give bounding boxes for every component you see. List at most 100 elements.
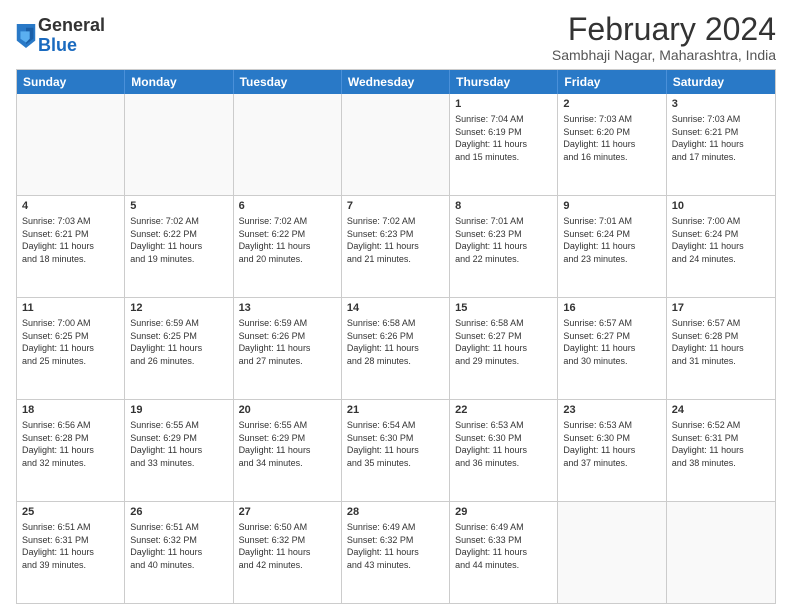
day-number: 22 xyxy=(455,403,552,418)
day-number: 26 xyxy=(130,505,227,520)
day-info: Sunrise: 6:49 AMSunset: 6:32 PMDaylight:… xyxy=(347,521,444,571)
calendar-cell xyxy=(342,94,450,195)
day-number: 14 xyxy=(347,301,444,316)
day-info: Sunrise: 6:55 AMSunset: 6:29 PMDaylight:… xyxy=(239,419,336,469)
calendar-cell: 5Sunrise: 7:02 AMSunset: 6:22 PMDaylight… xyxy=(125,196,233,297)
calendar-cell: 18Sunrise: 6:56 AMSunset: 6:28 PMDayligh… xyxy=(17,400,125,501)
calendar-header-friday: Friday xyxy=(558,70,666,94)
logo-blue-text: Blue xyxy=(38,35,77,55)
calendar-header-row: SundayMondayTuesdayWednesdayThursdayFrid… xyxy=(17,70,775,94)
day-info: Sunrise: 6:57 AMSunset: 6:27 PMDaylight:… xyxy=(563,317,660,367)
calendar-cell: 7Sunrise: 7:02 AMSunset: 6:23 PMDaylight… xyxy=(342,196,450,297)
calendar-cell: 15Sunrise: 6:58 AMSunset: 6:27 PMDayligh… xyxy=(450,298,558,399)
calendar-week-2: 4Sunrise: 7:03 AMSunset: 6:21 PMDaylight… xyxy=(17,195,775,297)
day-number: 19 xyxy=(130,403,227,418)
day-info: Sunrise: 6:58 AMSunset: 6:26 PMDaylight:… xyxy=(347,317,444,367)
day-number: 12 xyxy=(130,301,227,316)
day-number: 18 xyxy=(22,403,119,418)
day-number: 17 xyxy=(672,301,770,316)
calendar-week-1: 1Sunrise: 7:04 AMSunset: 6:19 PMDaylight… xyxy=(17,94,775,195)
calendar-header-monday: Monday xyxy=(125,70,233,94)
day-info: Sunrise: 6:49 AMSunset: 6:33 PMDaylight:… xyxy=(455,521,552,571)
day-number: 23 xyxy=(563,403,660,418)
calendar-cell xyxy=(125,94,233,195)
calendar-cell: 13Sunrise: 6:59 AMSunset: 6:26 PMDayligh… xyxy=(234,298,342,399)
calendar-cell: 11Sunrise: 7:00 AMSunset: 6:25 PMDayligh… xyxy=(17,298,125,399)
calendar-title: February 2024 xyxy=(552,12,776,47)
day-number: 1 xyxy=(455,97,552,112)
calendar-cell: 17Sunrise: 6:57 AMSunset: 6:28 PMDayligh… xyxy=(667,298,775,399)
day-number: 11 xyxy=(22,301,119,316)
calendar-cell: 21Sunrise: 6:54 AMSunset: 6:30 PMDayligh… xyxy=(342,400,450,501)
page: General Blue February 2024 Sambhaji Naga… xyxy=(0,0,792,612)
day-info: Sunrise: 6:53 AMSunset: 6:30 PMDaylight:… xyxy=(455,419,552,469)
day-number: 4 xyxy=(22,199,119,214)
calendar-cell xyxy=(17,94,125,195)
calendar-cell: 19Sunrise: 6:55 AMSunset: 6:29 PMDayligh… xyxy=(125,400,233,501)
calendar-cell: 9Sunrise: 7:01 AMSunset: 6:24 PMDaylight… xyxy=(558,196,666,297)
day-info: Sunrise: 6:51 AMSunset: 6:32 PMDaylight:… xyxy=(130,521,227,571)
day-number: 13 xyxy=(239,301,336,316)
calendar-body: 1Sunrise: 7:04 AMSunset: 6:19 PMDaylight… xyxy=(17,94,775,603)
day-number: 21 xyxy=(347,403,444,418)
day-number: 16 xyxy=(563,301,660,316)
calendar-subtitle: Sambhaji Nagar, Maharashtra, India xyxy=(552,47,776,63)
day-number: 27 xyxy=(239,505,336,520)
logo: General Blue xyxy=(16,16,105,56)
day-info: Sunrise: 6:53 AMSunset: 6:30 PMDaylight:… xyxy=(563,419,660,469)
day-info: Sunrise: 7:01 AMSunset: 6:23 PMDaylight:… xyxy=(455,215,552,265)
calendar-cell: 20Sunrise: 6:55 AMSunset: 6:29 PMDayligh… xyxy=(234,400,342,501)
day-number: 24 xyxy=(672,403,770,418)
day-info: Sunrise: 7:01 AMSunset: 6:24 PMDaylight:… xyxy=(563,215,660,265)
day-number: 6 xyxy=(239,199,336,214)
day-number: 8 xyxy=(455,199,552,214)
day-info: Sunrise: 7:03 AMSunset: 6:21 PMDaylight:… xyxy=(22,215,119,265)
calendar-header-thursday: Thursday xyxy=(450,70,558,94)
calendar-cell: 4Sunrise: 7:03 AMSunset: 6:21 PMDaylight… xyxy=(17,196,125,297)
day-info: Sunrise: 6:59 AMSunset: 6:25 PMDaylight:… xyxy=(130,317,227,367)
header: General Blue February 2024 Sambhaji Naga… xyxy=(16,12,776,63)
logo-icon xyxy=(16,24,36,48)
logo-text: General Blue xyxy=(38,16,105,56)
day-number: 5 xyxy=(130,199,227,214)
calendar-cell: 6Sunrise: 7:02 AMSunset: 6:22 PMDaylight… xyxy=(234,196,342,297)
day-number: 28 xyxy=(347,505,444,520)
calendar-cell: 22Sunrise: 6:53 AMSunset: 6:30 PMDayligh… xyxy=(450,400,558,501)
day-number: 25 xyxy=(22,505,119,520)
title-block: February 2024 Sambhaji Nagar, Maharashtr… xyxy=(552,12,776,63)
day-info: Sunrise: 7:02 AMSunset: 6:23 PMDaylight:… xyxy=(347,215,444,265)
day-info: Sunrise: 6:54 AMSunset: 6:30 PMDaylight:… xyxy=(347,419,444,469)
day-number: 10 xyxy=(672,199,770,214)
calendar-week-5: 25Sunrise: 6:51 AMSunset: 6:31 PMDayligh… xyxy=(17,501,775,603)
calendar-week-4: 18Sunrise: 6:56 AMSunset: 6:28 PMDayligh… xyxy=(17,399,775,501)
calendar-week-3: 11Sunrise: 7:00 AMSunset: 6:25 PMDayligh… xyxy=(17,297,775,399)
calendar-cell: 28Sunrise: 6:49 AMSunset: 6:32 PMDayligh… xyxy=(342,502,450,603)
calendar-cell: 1Sunrise: 7:04 AMSunset: 6:19 PMDaylight… xyxy=(450,94,558,195)
day-number: 9 xyxy=(563,199,660,214)
day-number: 3 xyxy=(672,97,770,112)
calendar-cell: 29Sunrise: 6:49 AMSunset: 6:33 PMDayligh… xyxy=(450,502,558,603)
calendar-header-wednesday: Wednesday xyxy=(342,70,450,94)
day-info: Sunrise: 7:00 AMSunset: 6:25 PMDaylight:… xyxy=(22,317,119,367)
day-info: Sunrise: 6:56 AMSunset: 6:28 PMDaylight:… xyxy=(22,419,119,469)
calendar-cell xyxy=(667,502,775,603)
day-info: Sunrise: 6:51 AMSunset: 6:31 PMDaylight:… xyxy=(22,521,119,571)
day-number: 20 xyxy=(239,403,336,418)
calendar-cell: 25Sunrise: 6:51 AMSunset: 6:31 PMDayligh… xyxy=(17,502,125,603)
calendar-cell: 24Sunrise: 6:52 AMSunset: 6:31 PMDayligh… xyxy=(667,400,775,501)
day-info: Sunrise: 6:58 AMSunset: 6:27 PMDaylight:… xyxy=(455,317,552,367)
calendar-cell: 12Sunrise: 6:59 AMSunset: 6:25 PMDayligh… xyxy=(125,298,233,399)
calendar-cell: 2Sunrise: 7:03 AMSunset: 6:20 PMDaylight… xyxy=(558,94,666,195)
logo-general: General xyxy=(38,15,105,35)
calendar-header-tuesday: Tuesday xyxy=(234,70,342,94)
calendar-cell: 8Sunrise: 7:01 AMSunset: 6:23 PMDaylight… xyxy=(450,196,558,297)
day-info: Sunrise: 7:03 AMSunset: 6:20 PMDaylight:… xyxy=(563,113,660,163)
calendar-cell xyxy=(558,502,666,603)
day-info: Sunrise: 7:02 AMSunset: 6:22 PMDaylight:… xyxy=(130,215,227,265)
day-info: Sunrise: 7:00 AMSunset: 6:24 PMDaylight:… xyxy=(672,215,770,265)
day-info: Sunrise: 6:52 AMSunset: 6:31 PMDaylight:… xyxy=(672,419,770,469)
calendar-cell: 26Sunrise: 6:51 AMSunset: 6:32 PMDayligh… xyxy=(125,502,233,603)
calendar-header-saturday: Saturday xyxy=(667,70,775,94)
day-info: Sunrise: 7:04 AMSunset: 6:19 PMDaylight:… xyxy=(455,113,552,163)
day-info: Sunrise: 7:03 AMSunset: 6:21 PMDaylight:… xyxy=(672,113,770,163)
